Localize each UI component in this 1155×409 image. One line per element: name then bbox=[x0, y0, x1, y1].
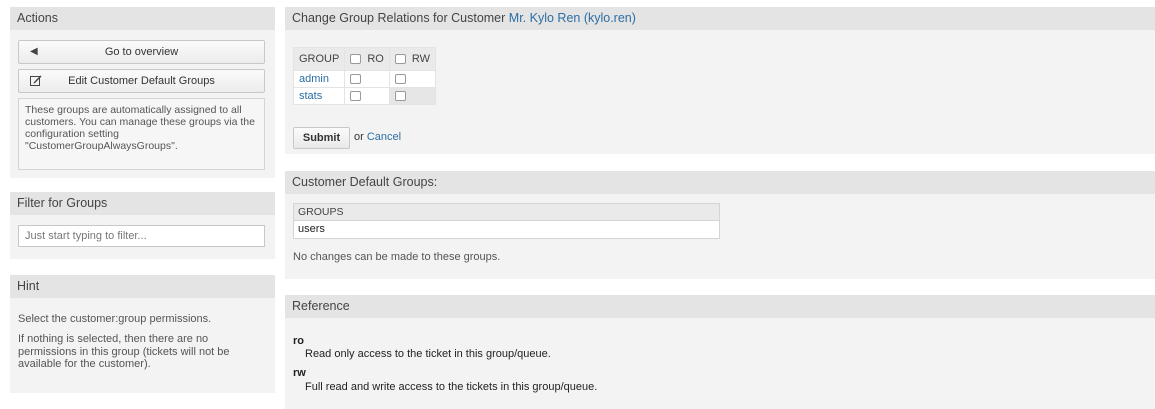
rw-cell bbox=[388, 87, 436, 105]
hint-text-1: Select the customer:group permissions. bbox=[18, 313, 212, 325]
ro-checkbox-admin[interactable] bbox=[350, 74, 362, 85]
group-relations-title: Change Group Relations for Customer bbox=[292, 11, 506, 25]
reference-header: Reference bbox=[285, 295, 1155, 318]
default-groups-header: Customer Default Groups: bbox=[285, 171, 1155, 194]
reference-term-rw: rw bbox=[293, 367, 306, 379]
cancel-link[interactable]: Cancel bbox=[367, 131, 401, 143]
ro-checkbox-stats[interactable] bbox=[350, 91, 362, 102]
go-to-overview-button[interactable]: ◀ Go to overview bbox=[18, 40, 265, 64]
filter-header: Filter for Groups bbox=[10, 192, 275, 215]
caret-left-icon: ◀ bbox=[30, 46, 38, 57]
group-cell: stats bbox=[292, 87, 346, 105]
rw-checkbox-admin[interactable] bbox=[394, 74, 406, 85]
edit-default-groups-label: Edit Customer Default Groups bbox=[68, 75, 215, 87]
reference-panel: Reference ro Read only access to the tic… bbox=[285, 295, 1155, 409]
reference-desc-rw: Full read and write access to the ticket… bbox=[305, 381, 598, 393]
group-relations-table: GROUP RO RW admin stats bbox=[292, 47, 436, 105]
hint-panel: Hint Select the customer:group permissio… bbox=[10, 275, 275, 393]
reference-term-ro: ro bbox=[293, 335, 304, 347]
actions-panel: Actions ◀ Go to overview Edit Customer D… bbox=[10, 7, 275, 178]
submit-button[interactable]: Submit bbox=[293, 127, 350, 149]
group-cell: admin bbox=[292, 70, 346, 88]
default-groups-note: These groups are automatically assigned … bbox=[18, 98, 265, 170]
column-header-ro-label: RO bbox=[367, 53, 384, 66]
hint-text-2: If nothing is selected, then there are n… bbox=[18, 333, 230, 370]
select-all-rw-checkbox[interactable] bbox=[394, 54, 406, 65]
go-to-overview-label: Go to overview bbox=[104, 46, 179, 58]
hint-header: Hint bbox=[10, 275, 275, 298]
rw-checkbox-stats[interactable] bbox=[394, 91, 406, 102]
default-groups-table: GROUPS users bbox=[293, 203, 720, 239]
edit-icon bbox=[30, 70, 42, 92]
ro-cell bbox=[344, 70, 390, 88]
no-changes-message: No changes can be made to these groups. bbox=[293, 251, 501, 263]
group-relations-header: Change Group Relations for Customer Mr. … bbox=[285, 7, 1155, 30]
ro-cell bbox=[344, 87, 390, 105]
or-cancel: or Cancel bbox=[354, 131, 401, 143]
table-row: stats bbox=[292, 87, 436, 105]
or-text: or bbox=[354, 131, 364, 143]
filter-input[interactable] bbox=[18, 225, 265, 247]
group-link-stats[interactable]: stats bbox=[299, 90, 322, 102]
reference-desc-ro: Read only access to the ticket in this g… bbox=[305, 348, 551, 360]
group-relations-panel: Change Group Relations for Customer Mr. … bbox=[285, 7, 1155, 154]
select-all-ro-checkbox[interactable] bbox=[350, 54, 362, 65]
default-groups-panel: Customer Default Groups: GROUPS users No… bbox=[285, 171, 1155, 279]
rw-cell bbox=[388, 70, 436, 88]
column-header-ro: RO bbox=[344, 47, 390, 71]
customer-link[interactable]: Mr. Kylo Ren (kylo.ren) bbox=[509, 11, 636, 25]
column-header-group: GROUP bbox=[292, 47, 346, 71]
column-header-rw-label: RW bbox=[411, 53, 430, 66]
column-header-groups: GROUPS bbox=[294, 204, 719, 221]
table-header-row: GROUP RO RW bbox=[292, 47, 436, 71]
group-link-admin[interactable]: admin bbox=[299, 73, 329, 85]
table-row: users bbox=[294, 221, 719, 238]
actions-header: Actions bbox=[10, 7, 275, 30]
edit-default-groups-button[interactable]: Edit Customer Default Groups bbox=[18, 69, 265, 93]
filter-panel: Filter for Groups bbox=[10, 192, 275, 259]
table-row: admin bbox=[292, 70, 436, 88]
column-header-rw: RW bbox=[388, 47, 436, 71]
